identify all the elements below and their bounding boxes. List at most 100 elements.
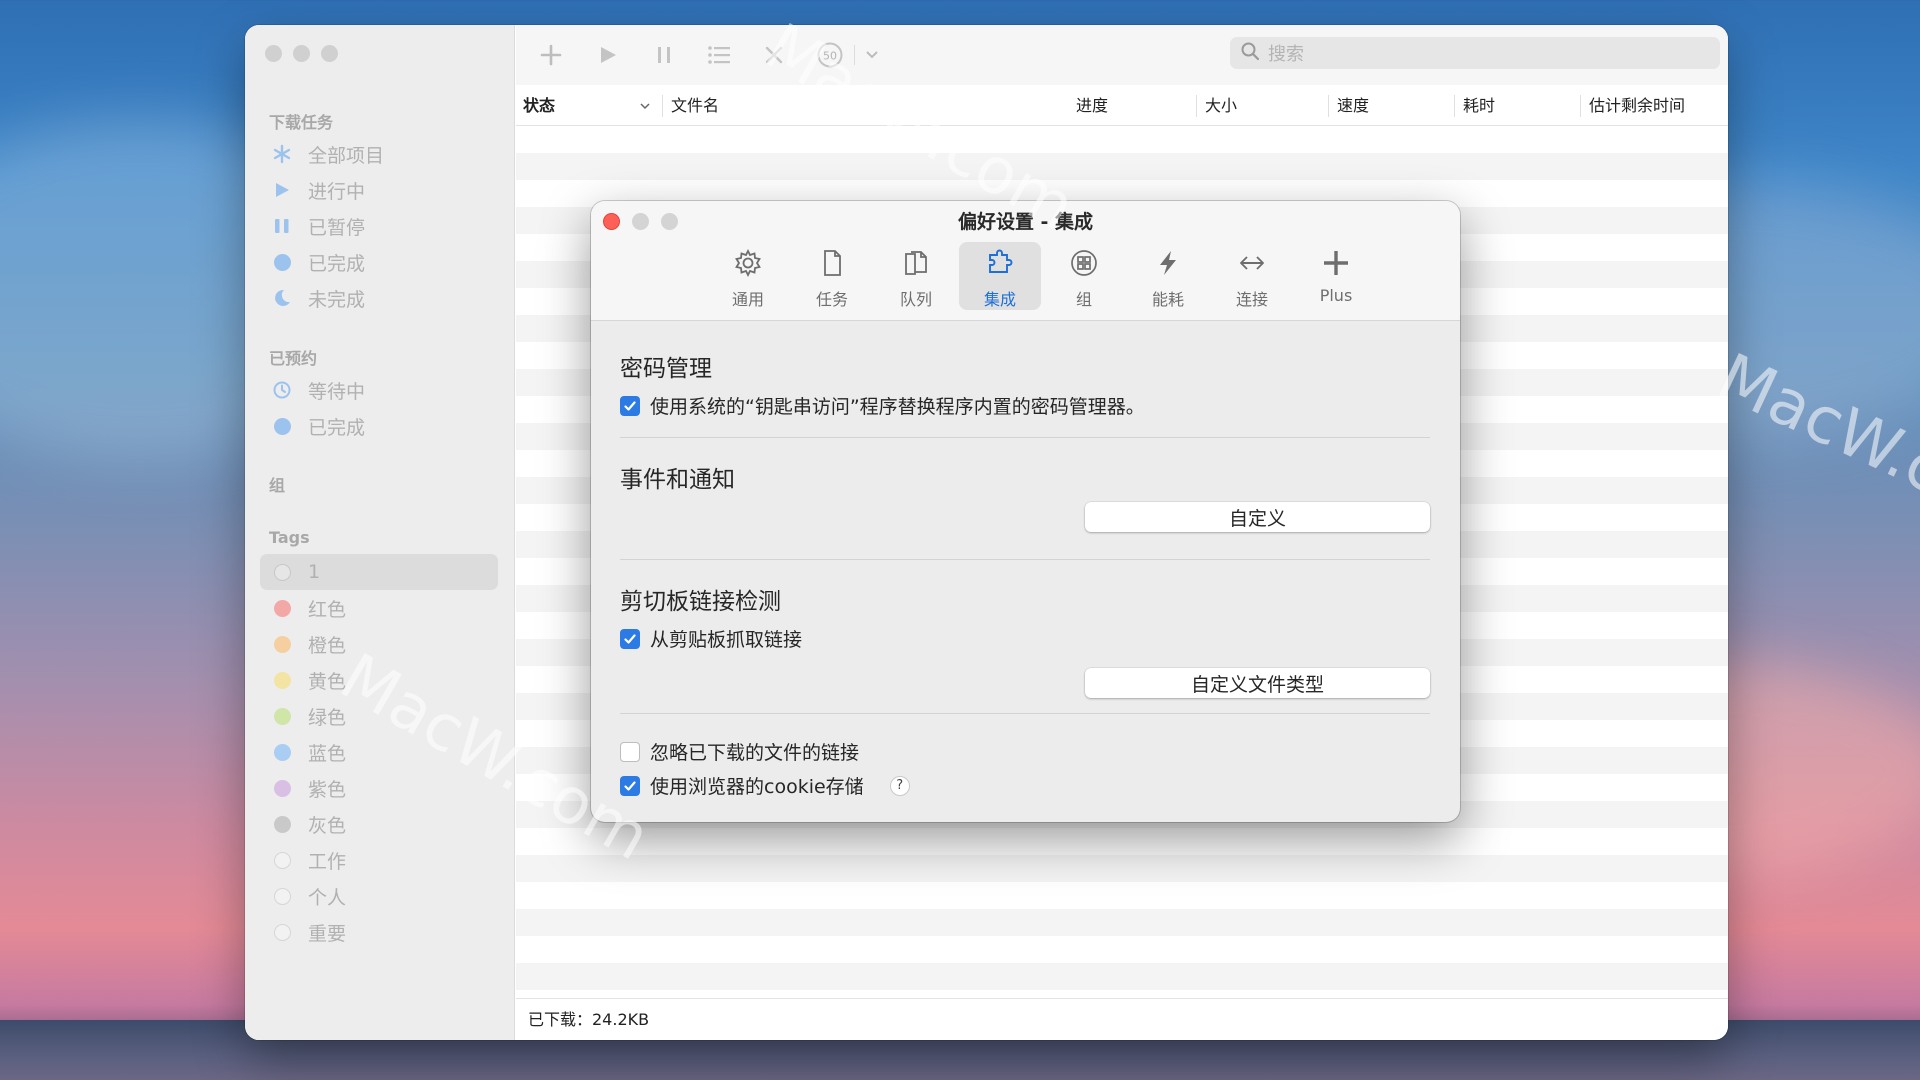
sidebar-item-label: 重要 — [308, 922, 347, 945]
browser-cookie-checkbox[interactable]: 使用浏览器的cookie存储 ? — [620, 772, 910, 799]
tag-color-icon — [272, 814, 292, 834]
checkbox-unchecked — [620, 741, 640, 762]
ignore-downloaded-checkbox[interactable]: 忽略已下载的文件的链接 — [620, 738, 859, 765]
sidebar-item-label: 绿色 — [308, 706, 347, 729]
pause-icon[interactable] — [649, 39, 679, 71]
column-separator — [662, 95, 663, 117]
close-icon[interactable] — [759, 39, 789, 71]
column-speed[interactable]: 速度 — [1337, 85, 1369, 126]
table-header: 状态 文件名 进度 大小 速度 耗时 估计剩余时间 — [516, 85, 1728, 126]
section-password: 密码管理 — [620, 356, 712, 382]
document-icon — [817, 248, 847, 282]
sidebar-item-label: 已完成 — [308, 252, 366, 275]
tab-queue[interactable]: 队列 — [875, 242, 957, 310]
help-button[interactable]: ? — [889, 775, 910, 796]
tag-color-icon — [272, 922, 292, 942]
column-progress[interactable]: 进度 — [1076, 85, 1108, 126]
tab-tasks[interactable]: 任务 — [791, 242, 873, 310]
chevron-down-icon[interactable] — [862, 39, 882, 71]
tag-color-icon — [272, 706, 292, 726]
column-elapsed[interactable]: 耗时 — [1463, 85, 1495, 126]
tab-plus[interactable]: Plus — [1295, 242, 1377, 310]
search-placeholder: 搜索 — [1268, 44, 1304, 65]
sidebar-tag-blue[interactable]: 蓝色 — [260, 734, 498, 770]
sidebar-item-label: 已完成 — [308, 416, 366, 439]
clipboard-checkbox[interactable]: 从剪贴板抓取链接 — [620, 625, 802, 652]
list-icon[interactable] — [704, 39, 734, 71]
sidebar-tag-gray[interactable]: 灰色 — [260, 806, 498, 842]
tab-label: 队列 — [899, 290, 932, 309]
tag-color-icon — [272, 634, 292, 654]
divider — [620, 713, 1430, 714]
sidebar-item-label: 蓝色 — [308, 742, 347, 765]
custom-file-types-button[interactable]: 自定义文件类型 — [1085, 668, 1430, 698]
search-icon — [1240, 41, 1260, 65]
zoom-button[interactable] — [321, 45, 338, 62]
divider — [620, 559, 1430, 560]
sidebar-tag-important[interactable]: 重要 — [260, 914, 498, 950]
toolbar-divider — [854, 45, 855, 65]
sidebar-tag-work[interactable]: 工作 — [260, 842, 498, 878]
play-icon — [272, 180, 292, 200]
search-field[interactable]: 搜索 — [1230, 37, 1720, 69]
sidebar-tag-personal[interactable]: 个人 — [260, 878, 498, 914]
sidebar-tag-green[interactable]: 绿色 — [260, 698, 498, 734]
tab-energy[interactable]: 能耗 — [1127, 242, 1209, 310]
tab-general[interactable]: 通用 — [707, 242, 789, 310]
speed-limit-icon[interactable]: 50 — [815, 39, 845, 71]
tab-group[interactable]: 组 — [1043, 242, 1125, 310]
column-size[interactable]: 大小 — [1205, 85, 1237, 126]
close-button[interactable] — [265, 45, 282, 62]
plus-icon — [1321, 248, 1351, 282]
gear-icon — [733, 248, 763, 282]
minimize-button[interactable] — [293, 45, 310, 62]
asterisk-icon — [272, 144, 292, 164]
divider — [620, 437, 1430, 438]
tag-color-icon — [272, 670, 292, 690]
customize-button[interactable]: 自定义 — [1085, 502, 1430, 532]
clock-icon — [272, 380, 292, 400]
column-separator — [1454, 95, 1455, 117]
sidebar-item-label: 橙色 — [308, 634, 347, 657]
sidebar-item-label: 紫色 — [308, 778, 347, 801]
chevron-down-icon[interactable] — [639, 85, 651, 126]
checkbox-label: 使用系统的“钥匙串访问”程序替换程序内置的密码管理器。 — [650, 396, 1145, 418]
sidebar-item-label: 全部项目 — [308, 144, 385, 167]
checkmark-icon — [620, 775, 640, 796]
checkbox-label: 忽略已下载的文件的链接 — [650, 742, 860, 764]
sidebar-item-paused[interactable]: 已暂停 — [260, 208, 498, 244]
sidebar-item-scheduled-completed[interactable]: 已完成 — [260, 408, 498, 444]
sidebar-item-label: 工作 — [308, 850, 347, 873]
tab-label: 集成 — [983, 290, 1016, 309]
checkbox-label: 使用浏览器的cookie存储 — [650, 776, 864, 798]
play-icon[interactable] — [593, 39, 623, 71]
sidebar-item-label: 红色 — [308, 598, 347, 621]
sidebar-item-incomplete[interactable]: 未完成 — [260, 280, 498, 316]
bolt-icon — [1153, 248, 1183, 282]
password-manager-checkbox[interactable]: 使用系统的“钥匙串访问”程序替换程序内置的密码管理器。 — [620, 392, 1145, 419]
puzzle-icon — [985, 248, 1015, 282]
filled-circle-icon — [272, 252, 292, 272]
sidebar-item-in-progress[interactable]: 进行中 — [260, 172, 498, 208]
filled-circle-icon — [272, 416, 292, 436]
column-remaining[interactable]: 估计剩余时间 — [1589, 85, 1685, 126]
pause-icon — [272, 216, 292, 236]
sidebar-tag-purple[interactable]: 紫色 — [260, 770, 498, 806]
tag-color-icon — [272, 742, 292, 762]
checkmark-icon — [620, 395, 640, 416]
sidebar-item-all[interactable]: 全部项目 — [260, 136, 498, 172]
column-separator — [1580, 95, 1581, 117]
plus-icon[interactable] — [536, 39, 566, 71]
toolbar: 50 搜索 — [516, 25, 1728, 85]
sidebar-item-completed[interactable]: 已完成 — [260, 244, 498, 280]
sidebar-tag-1[interactable]: 1 — [260, 554, 498, 590]
tab-connection[interactable]: 连接 — [1211, 242, 1293, 310]
sidebar-tag-orange[interactable]: 橙色 — [260, 626, 498, 662]
sidebar-tag-yellow[interactable]: 黄色 — [260, 662, 498, 698]
tab-integration[interactable]: 集成 — [959, 242, 1041, 310]
sidebar-item-waiting[interactable]: 等待中 — [260, 372, 498, 408]
column-filename[interactable]: 文件名 — [671, 85, 719, 126]
column-status[interactable]: 状态 — [523, 85, 555, 126]
sidebar-item-label: 进行中 — [308, 180, 366, 203]
sidebar-tag-red[interactable]: 红色 — [260, 590, 498, 626]
